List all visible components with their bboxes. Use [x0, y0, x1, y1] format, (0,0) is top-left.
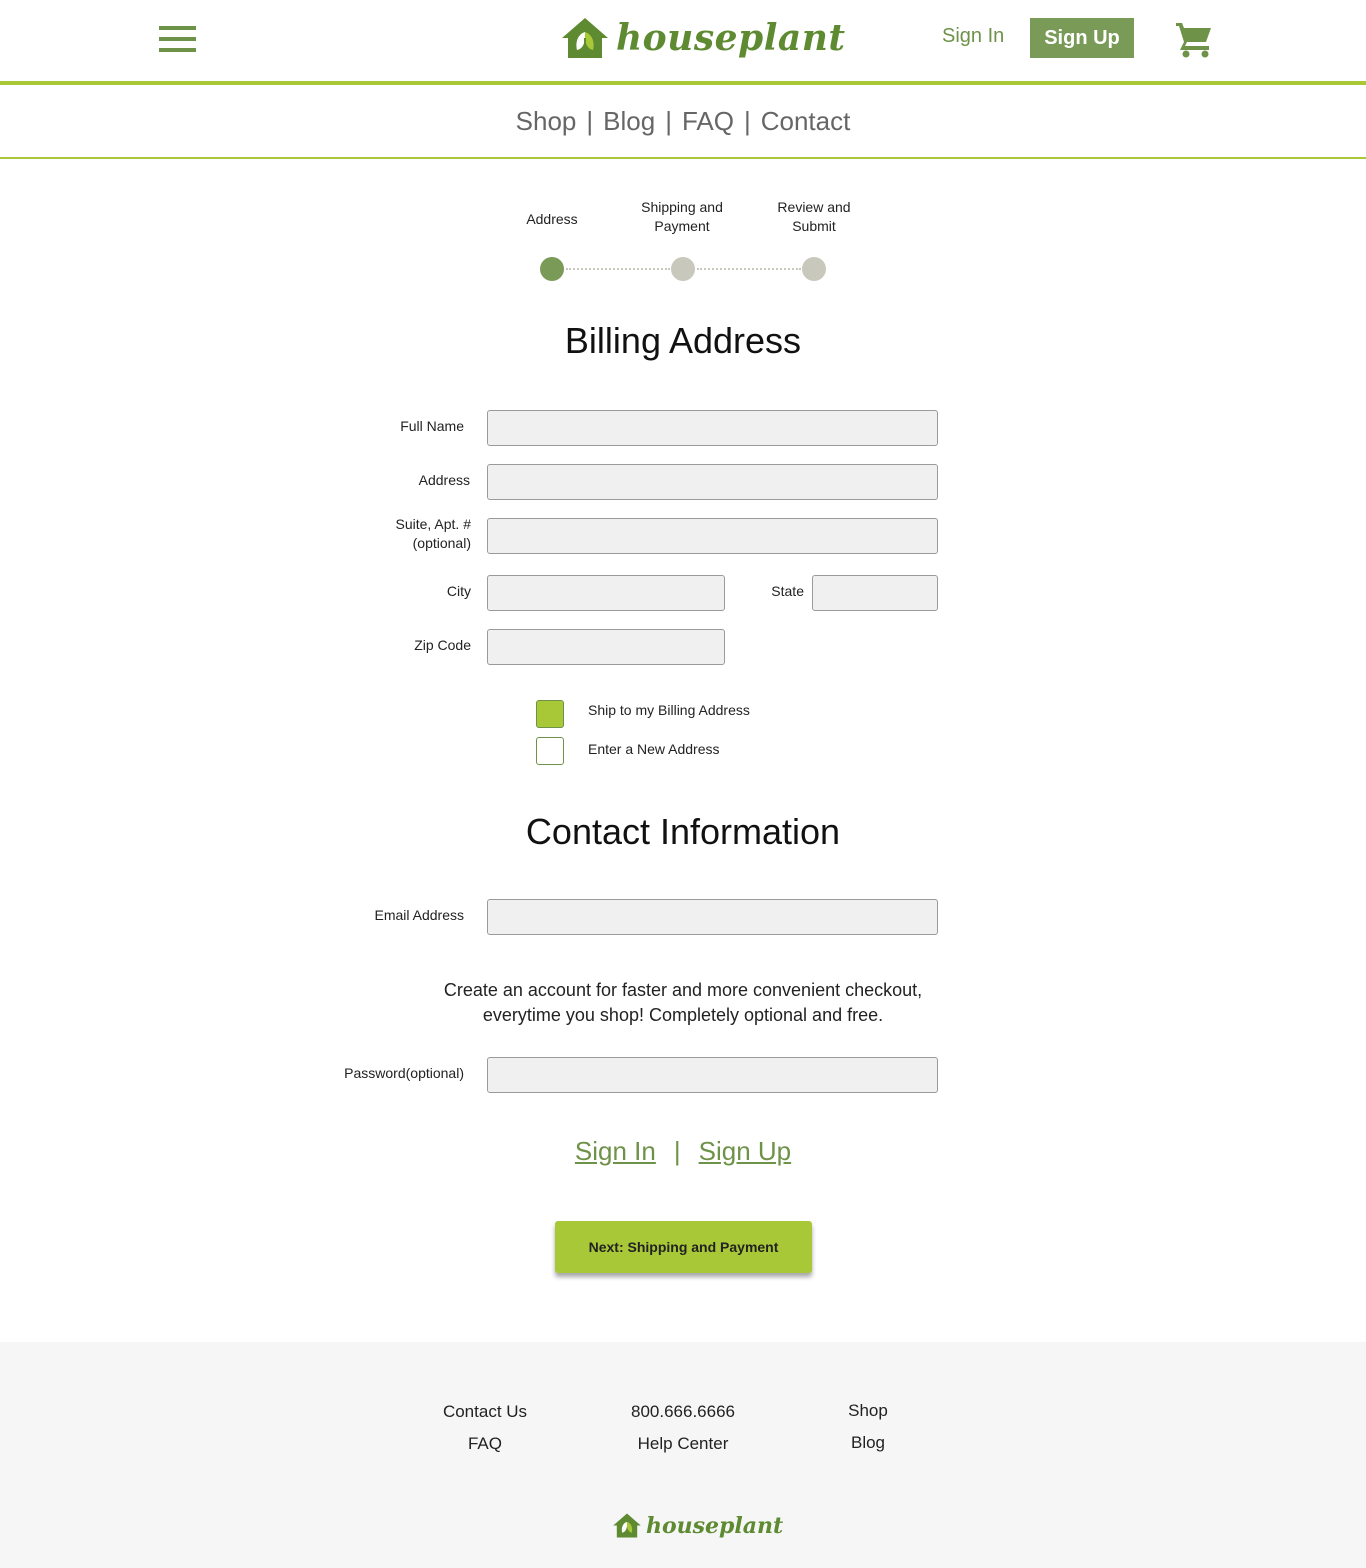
contact-information-heading: Contact Information — [525, 811, 841, 852]
header-sign-up-button[interactable]: Sign Up — [1030, 18, 1134, 58]
nav-faq-link[interactable]: FAQ — [682, 106, 734, 137]
nav-contact-link[interactable]: Contact — [761, 106, 851, 137]
house-leaf-icon — [613, 1513, 641, 1538]
nav-separator: | — [586, 105, 594, 136]
step-label-review-submit: Review and Submit — [777, 199, 851, 234]
city-input[interactable] — [487, 575, 725, 611]
promo-line-2: everytime you shop! Completely optional … — [482, 1005, 884, 1025]
step-label-shipping-payment: Shipping and Payment — [641, 199, 723, 234]
billing-address-heading: Billing Address — [564, 320, 802, 361]
contact-sign-up-link[interactable]: Sign Up — [699, 1136, 792, 1167]
full-name-input[interactable] — [487, 410, 938, 446]
step-label-address: Address — [526, 211, 578, 227]
nav-separator: | — [665, 105, 672, 136]
step-dot-shipping-payment — [671, 257, 695, 281]
nav-blog-link[interactable]: Blog — [603, 106, 655, 137]
hamburger-menu-icon[interactable] — [159, 26, 196, 52]
house-leaf-icon — [562, 18, 608, 58]
footer-faq-link[interactable]: FAQ — [405, 1434, 565, 1454]
zip-code-input[interactable] — [487, 629, 725, 665]
email-address-input[interactable] — [487, 899, 938, 935]
contact-sign-in-link[interactable]: Sign In — [575, 1136, 656, 1167]
password-label: Password(optional) — [344, 1065, 464, 1081]
ship-to-billing-checkbox[interactable] — [536, 700, 564, 728]
step-dot-address-active — [540, 257, 564, 281]
brand-logo[interactable]: houseplant — [560, 14, 846, 62]
state-label: State — [771, 583, 804, 599]
site-header: houseplant Sign In Sign Up — [0, 0, 1366, 85]
suite-input[interactable] — [487, 518, 938, 554]
step-connector — [566, 268, 670, 270]
suite-label-line2: (optional) — [412, 535, 471, 551]
main-nav: Shop | Blog | FAQ | Contact — [0, 85, 1366, 159]
footer-blog-link[interactable]: Blog — [788, 1433, 948, 1453]
step-dot-review-submit — [802, 257, 826, 281]
suite-label-line1: Suite, Apt. # — [395, 516, 472, 532]
auth-separator: | — [673, 1136, 681, 1166]
nav-separator: | — [743, 105, 751, 136]
suite-label: Suite, Apt. # (optional) — [330, 515, 472, 553]
create-account-promo: Create an account for faster and more co… — [0, 978, 1366, 1028]
footer-logo[interactable]: houseplant — [612, 1512, 783, 1539]
shopping-cart-icon[interactable] — [1174, 20, 1214, 58]
full-name-label: Full Name — [400, 418, 464, 434]
state-input[interactable] — [812, 575, 938, 611]
footer-brand-name: houseplant — [646, 1512, 784, 1539]
header-sign-in-link[interactable]: Sign In — [942, 25, 1004, 48]
footer-contact-us-link[interactable]: Contact Us — [405, 1402, 565, 1422]
footer-help-center-link[interactable]: Help Center — [603, 1434, 763, 1454]
brand-name: houseplant — [616, 17, 846, 59]
email-address-label: Email Address — [374, 907, 464, 923]
promo-line-1: Create an account for faster and more co… — [443, 980, 923, 1000]
account-auth-links: Sign In | Sign Up — [0, 1136, 1366, 1167]
enter-new-address-label: Enter a New Address — [588, 741, 720, 757]
footer-shop-link[interactable]: Shop — [788, 1401, 948, 1421]
enter-new-address-checkbox[interactable] — [536, 737, 564, 765]
nav-shop-link[interactable]: Shop — [516, 106, 577, 137]
address-input[interactable] — [487, 464, 938, 500]
ship-to-billing-label: Ship to my Billing Address — [588, 702, 750, 718]
address-label: Address — [418, 472, 470, 488]
step-connector — [697, 268, 801, 270]
city-label: City — [446, 583, 471, 599]
footer-phone-link[interactable]: 800.666.6666 — [603, 1402, 763, 1422]
zip-code-label: Zip Code — [414, 637, 471, 653]
next-shipping-payment-button[interactable]: Next: Shipping and Payment — [555, 1221, 812, 1273]
password-input[interactable] — [487, 1057, 938, 1093]
